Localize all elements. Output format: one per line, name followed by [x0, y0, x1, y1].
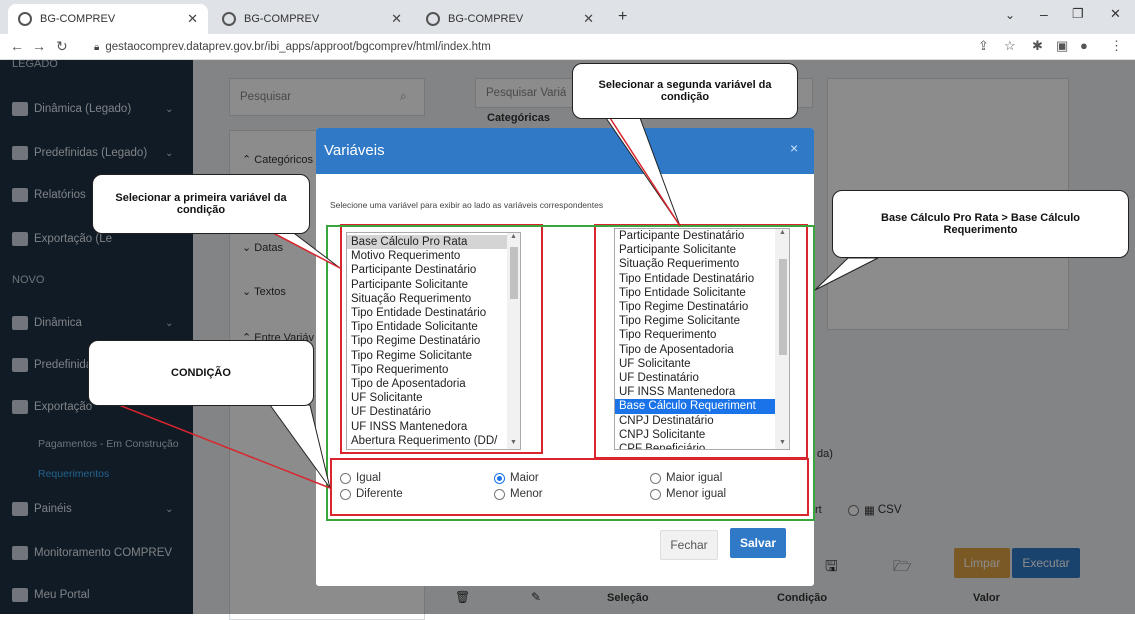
- pointer-result: [814, 257, 879, 291]
- callout-result: Base Cálculo Pro Rata > Base Cálculo Req…: [832, 190, 1129, 258]
- callout-condition: CONDIÇÃO: [88, 340, 314, 406]
- callout-second-variable: Selecionar a segunda variável da condiçã…: [572, 63, 798, 119]
- callout-pointers: [95, 117, 879, 489]
- callout-first-variable: Selecionar a primeira variável da condiç…: [92, 174, 310, 234]
